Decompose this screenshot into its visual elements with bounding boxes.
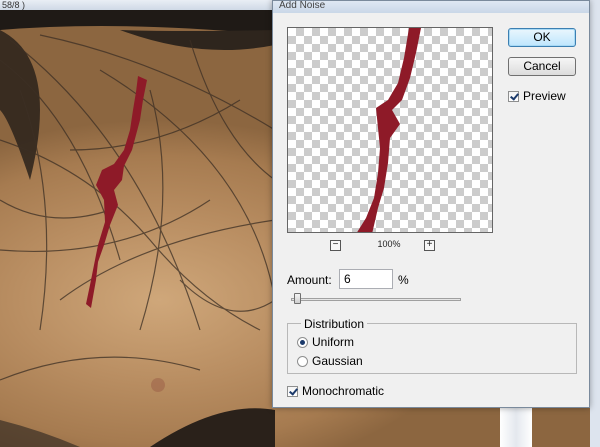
amount-slider-track[interactable] bbox=[291, 298, 461, 301]
amount-input[interactable] bbox=[339, 269, 393, 289]
dialog-title[interactable]: Add Noise bbox=[273, 1, 589, 13]
distribution-label: Distribution bbox=[301, 317, 368, 331]
red-stroke bbox=[86, 76, 147, 308]
window-edge bbox=[590, 0, 600, 447]
zoom-level: 100% bbox=[377, 239, 401, 249]
monochromatic-label: Monochromatic bbox=[302, 384, 385, 398]
cancel-button[interactable]: Cancel bbox=[508, 57, 576, 76]
preview-stroke bbox=[357, 28, 421, 232]
preview-label: Preview bbox=[523, 89, 566, 103]
zoom-in-icon[interactable]: + bbox=[424, 240, 435, 251]
document-title: 58/8 ) bbox=[2, 0, 26, 10]
preview-checkbox[interactable] bbox=[508, 91, 519, 102]
radio-gaussian[interactable] bbox=[297, 356, 308, 367]
amount-unit: % bbox=[398, 273, 409, 287]
document-title-bar: 58/8 ) bbox=[0, 0, 277, 10]
preview-area[interactable] bbox=[287, 27, 493, 233]
radio-uniform[interactable] bbox=[297, 337, 308, 348]
uniform-label: Uniform bbox=[312, 335, 355, 349]
amount-slider-thumb[interactable] bbox=[293, 293, 301, 304]
gaussian-label: Gaussian bbox=[312, 354, 363, 368]
scrollbar-fragment[interactable] bbox=[500, 408, 532, 447]
amount-label: Amount: bbox=[287, 273, 332, 287]
zoom-out-icon[interactable]: − bbox=[330, 240, 341, 251]
add-noise-dialog: Add Noise − 100% + OK Cancel Preview Amo… bbox=[272, 0, 590, 408]
monochromatic-checkbox[interactable] bbox=[287, 386, 298, 397]
ok-button[interactable]: OK bbox=[508, 28, 576, 47]
